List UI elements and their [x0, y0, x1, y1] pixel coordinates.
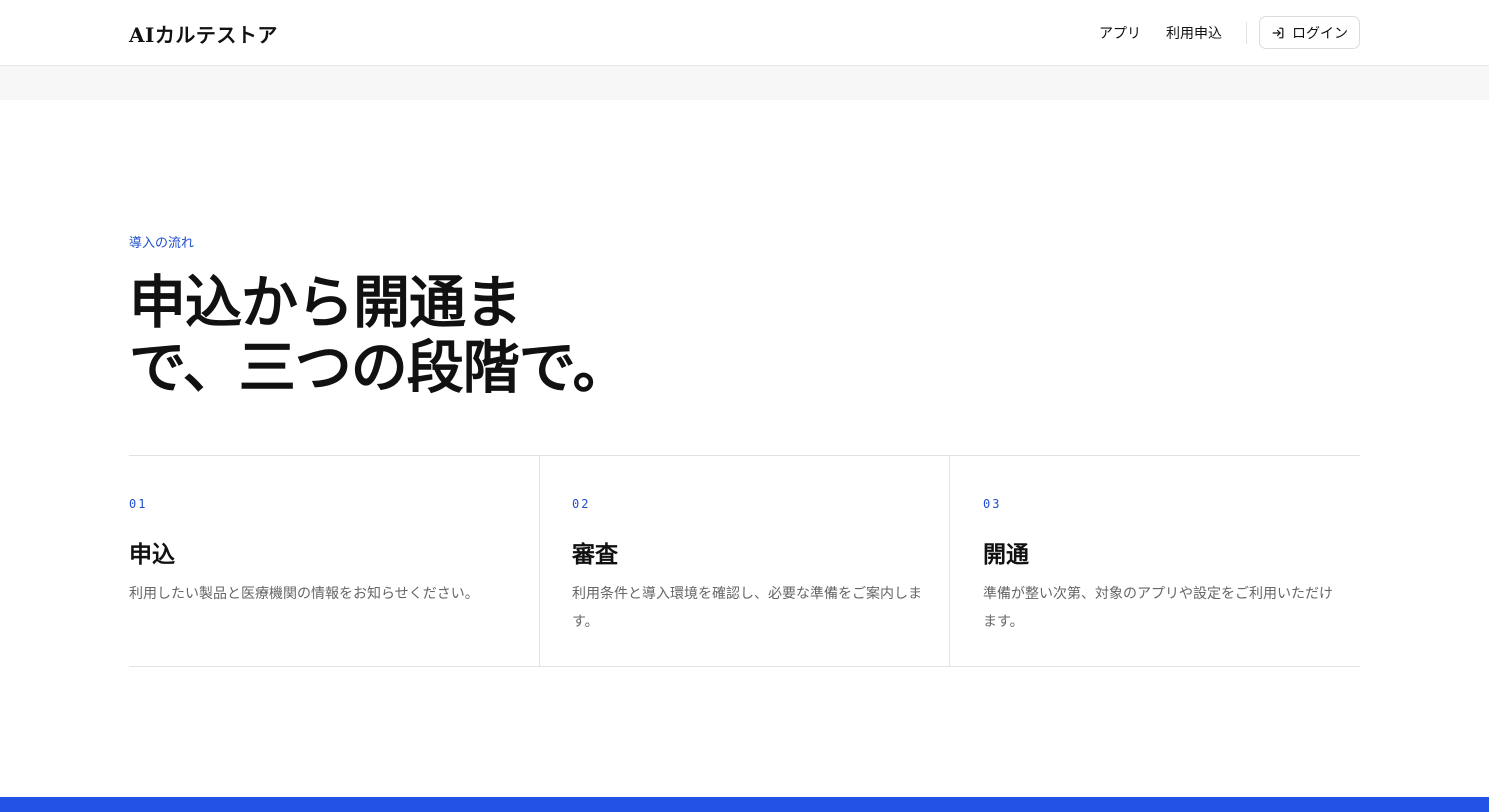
step-activation: 03 開通 準備が整い次第、対象のアプリや設定をご利用いただけます。 [949, 456, 1360, 666]
login-icon [1272, 27, 1284, 38]
headline-line-1: 申込から開通ま [129, 269, 522, 336]
step-number: 03 [983, 497, 1002, 511]
step-title: 申込 [129, 541, 175, 568]
login-button-label: ログイン [1292, 25, 1348, 42]
page-headline: 申込から開通ま で、三つの段階で。 [129, 270, 689, 400]
headline-line-2: で、三つの段階で。 [129, 334, 629, 401]
brand-logo[interactable]: AIカルテストア [129, 19, 278, 48]
step-description: 準備が整い次第、対象のアプリや設定をご利用いただけます。 [983, 586, 1333, 630]
nav-link-apply[interactable]: 利用申込 [1166, 23, 1222, 43]
step-description: 利用したい製品と医療機関の情報をお知らせください。 [129, 586, 479, 602]
nav-link-apps[interactable]: アプリ [1099, 23, 1141, 43]
login-button[interactable]: ログイン [1259, 16, 1360, 49]
step-review: 02 審査 利用条件と導入環境を確認し、必要な準備をご案内します。 [539, 456, 949, 666]
step-apply: 01 申込 利用したい製品と医療機関の情報をお知らせください。 [129, 456, 539, 666]
step-description: 利用条件と導入環境を確認し、必要な準備をご案内します。 [572, 586, 922, 630]
subheader-bar [0, 66, 1489, 100]
step-title: 審査 [572, 541, 618, 568]
main-nav: アプリ 利用申込 ログイン [1099, 16, 1360, 49]
step-title: 開通 [983, 541, 1029, 568]
flow-steps: 01 申込 利用したい製品と医療機関の情報をお知らせください。 02 審査 利用… [129, 455, 1360, 667]
section-label: 導入の流れ [129, 236, 195, 251]
step-number: 01 [129, 497, 148, 511]
nav-divider [1246, 21, 1247, 44]
step-number: 02 [572, 497, 591, 511]
footer-band [0, 797, 1489, 812]
site-header: AIカルテストア アプリ 利用申込 ログイン [0, 0, 1489, 66]
